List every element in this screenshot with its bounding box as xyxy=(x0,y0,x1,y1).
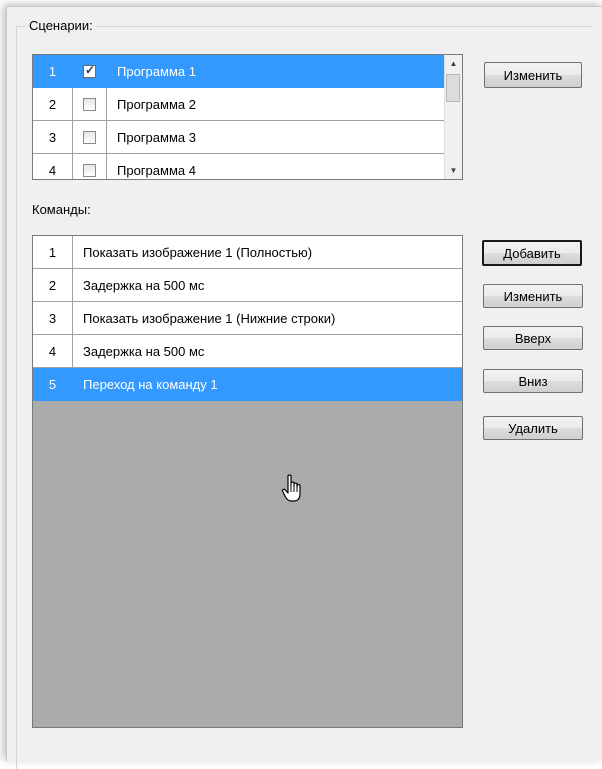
scenarios-scrollbar[interactable]: ▲ ▼ xyxy=(444,55,462,179)
scenario-name: Программа 3 xyxy=(107,121,445,154)
enabled-checkbox[interactable] xyxy=(83,97,96,111)
checkmark-icon: ✓ xyxy=(85,62,96,77)
hand-cursor-icon xyxy=(281,474,301,502)
scenario-row[interactable]: 3 Программа 3 xyxy=(33,121,445,154)
scenario-row[interactable]: 1 ✓ Программа 1 xyxy=(33,55,445,88)
scroll-up-arrow-icon[interactable]: ▲ xyxy=(445,55,462,72)
row-number: 1 xyxy=(33,55,73,88)
row-number: 4 xyxy=(33,154,73,179)
row-number: 4 xyxy=(33,335,73,368)
enabled-checkbox[interactable] xyxy=(83,163,96,177)
commands-label: Команды: xyxy=(32,202,91,217)
command-text: Задержка на 500 мс xyxy=(73,269,462,302)
scenarios-group-title: Сценарии: xyxy=(26,18,96,33)
row-number: 3 xyxy=(33,121,73,154)
move-down-button[interactable]: Вниз xyxy=(483,369,583,393)
scenario-name: Программа 2 xyxy=(107,88,445,121)
delete-command-button[interactable]: Удалить xyxy=(483,416,583,440)
row-checkbox-cell[interactable] xyxy=(73,121,107,154)
add-command-button[interactable]: Добавить xyxy=(482,240,582,266)
enabled-checkbox[interactable]: ✓ xyxy=(83,62,96,78)
commands-grid[interactable]: 1 Показать изображение 1 (Полностью) 2 З… xyxy=(32,235,463,728)
row-number: 3 xyxy=(33,302,73,335)
scenario-row[interactable]: 2 Программа 2 xyxy=(33,88,445,121)
scroll-thumb[interactable] xyxy=(446,74,460,102)
row-number: 1 xyxy=(33,236,73,269)
row-number: 2 xyxy=(33,88,73,121)
edit-command-button[interactable]: Изменить xyxy=(483,284,583,308)
command-row[interactable]: 3 Показать изображение 1 (Нижние строки) xyxy=(33,302,462,335)
row-checkbox-cell[interactable] xyxy=(73,88,107,121)
scenario-row[interactable]: 4 Программа 4 xyxy=(33,154,445,179)
command-text: Показать изображение 1 (Нижние строки) xyxy=(73,302,462,335)
scenario-name: Программа 4 xyxy=(107,154,445,179)
command-row[interactable]: 4 Задержка на 500 мс xyxy=(33,335,462,368)
command-row[interactable]: 5 Переход на команду 1 xyxy=(33,368,462,401)
scroll-down-arrow-icon[interactable]: ▼ xyxy=(445,162,462,179)
row-checkbox-cell[interactable] xyxy=(73,154,107,179)
command-text: Переход на команду 1 xyxy=(73,368,462,401)
row-number: 2 xyxy=(33,269,73,302)
scenarios-grid[interactable]: 1 ✓ Программа 1 2 Программа 2 3 Программ… xyxy=(32,54,463,180)
command-row[interactable]: 2 Задержка на 500 мс xyxy=(33,269,462,302)
move-up-button[interactable]: Вверх xyxy=(483,326,583,350)
edit-scenario-button[interactable]: Изменить xyxy=(484,62,582,88)
grid-empty-area[interactable] xyxy=(33,401,462,727)
command-row[interactable]: 1 Показать изображение 1 (Полностью) xyxy=(33,236,462,269)
command-text: Показать изображение 1 (Полностью) xyxy=(73,236,462,269)
row-number: 5 xyxy=(33,368,73,401)
enabled-checkbox[interactable] xyxy=(83,130,96,144)
row-checkbox-cell[interactable]: ✓ xyxy=(73,55,107,88)
scenario-name: Программа 1 xyxy=(107,55,445,88)
command-text: Задержка на 500 мс xyxy=(73,335,462,368)
